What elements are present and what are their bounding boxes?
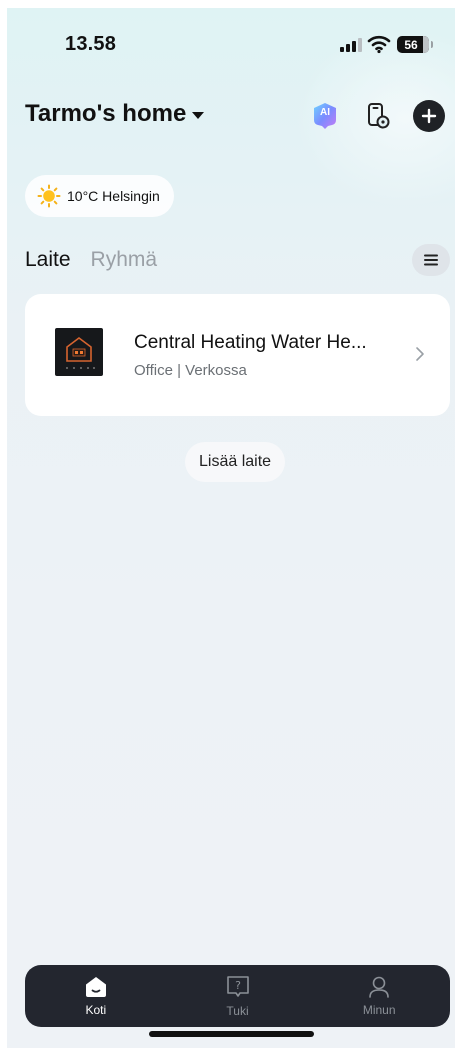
device-subtitle: Office | Verkossa [134, 362, 247, 379]
battery-level: 56 [404, 37, 418, 52]
device-scan-button[interactable] [362, 100, 394, 132]
ai-assistant-button[interactable]: AI [309, 100, 341, 132]
add-device-button[interactable]: Lisää laite [185, 442, 286, 482]
weather-text: 10°C Helsingin [67, 188, 160, 204]
nav-label-minun: Minun [362, 1003, 396, 1017]
cellular-signal-icon [340, 38, 362, 52]
help-icon: ? [226, 976, 249, 997]
device-name: Central Heating Water He... [134, 332, 367, 353]
bottom-navigation: Koti ? Tuki Minun [25, 965, 450, 1027]
menu-icon [424, 254, 438, 266]
nav-item-minun[interactable]: Minun [308, 965, 450, 1027]
status-time: 13.58 [65, 33, 117, 55]
add-button[interactable] [413, 100, 445, 132]
device-tabs: Laite Ryhmä [25, 248, 157, 272]
device-settings-icon [368, 103, 390, 129]
nav-label-koti: Koti [85, 1003, 107, 1017]
list-menu-button[interactable] [412, 244, 450, 276]
device-card[interactable]: Central Heating Water He... Office | Ver… [25, 294, 450, 416]
nav-label-tuki: Tuki [226, 1004, 249, 1018]
home-indicator[interactable] [149, 1031, 314, 1037]
thermostat-device-image [55, 328, 103, 376]
home-icon [85, 977, 106, 997]
tab-ryhma[interactable]: Ryhmä [91, 248, 158, 272]
chevron-right-icon [415, 346, 425, 367]
nav-item-tuki[interactable]: ? Tuki [167, 965, 309, 1027]
app-screen: 13.58 56 Tarmo's home AI 10°C Helsingin … [7, 8, 455, 1048]
profile-icon [369, 976, 389, 998]
tab-laite[interactable]: Laite [25, 248, 71, 272]
sun-icon [37, 184, 61, 208]
home-selector[interactable]: Tarmo's home [25, 100, 205, 128]
battery-cap [431, 41, 433, 48]
ai-icon-label: AI [320, 107, 330, 118]
weather-chip[interactable]: 10°C Helsingin [25, 175, 174, 217]
battery-indicator: 56 [397, 36, 429, 53]
home-name: Tarmo's home [25, 100, 187, 127]
caret-down-icon [192, 112, 205, 119]
wifi-icon [367, 34, 391, 54]
nav-item-koti[interactable]: Koti [25, 965, 167, 1027]
plus-icon [421, 108, 437, 124]
svg-text:?: ? [235, 979, 241, 992]
